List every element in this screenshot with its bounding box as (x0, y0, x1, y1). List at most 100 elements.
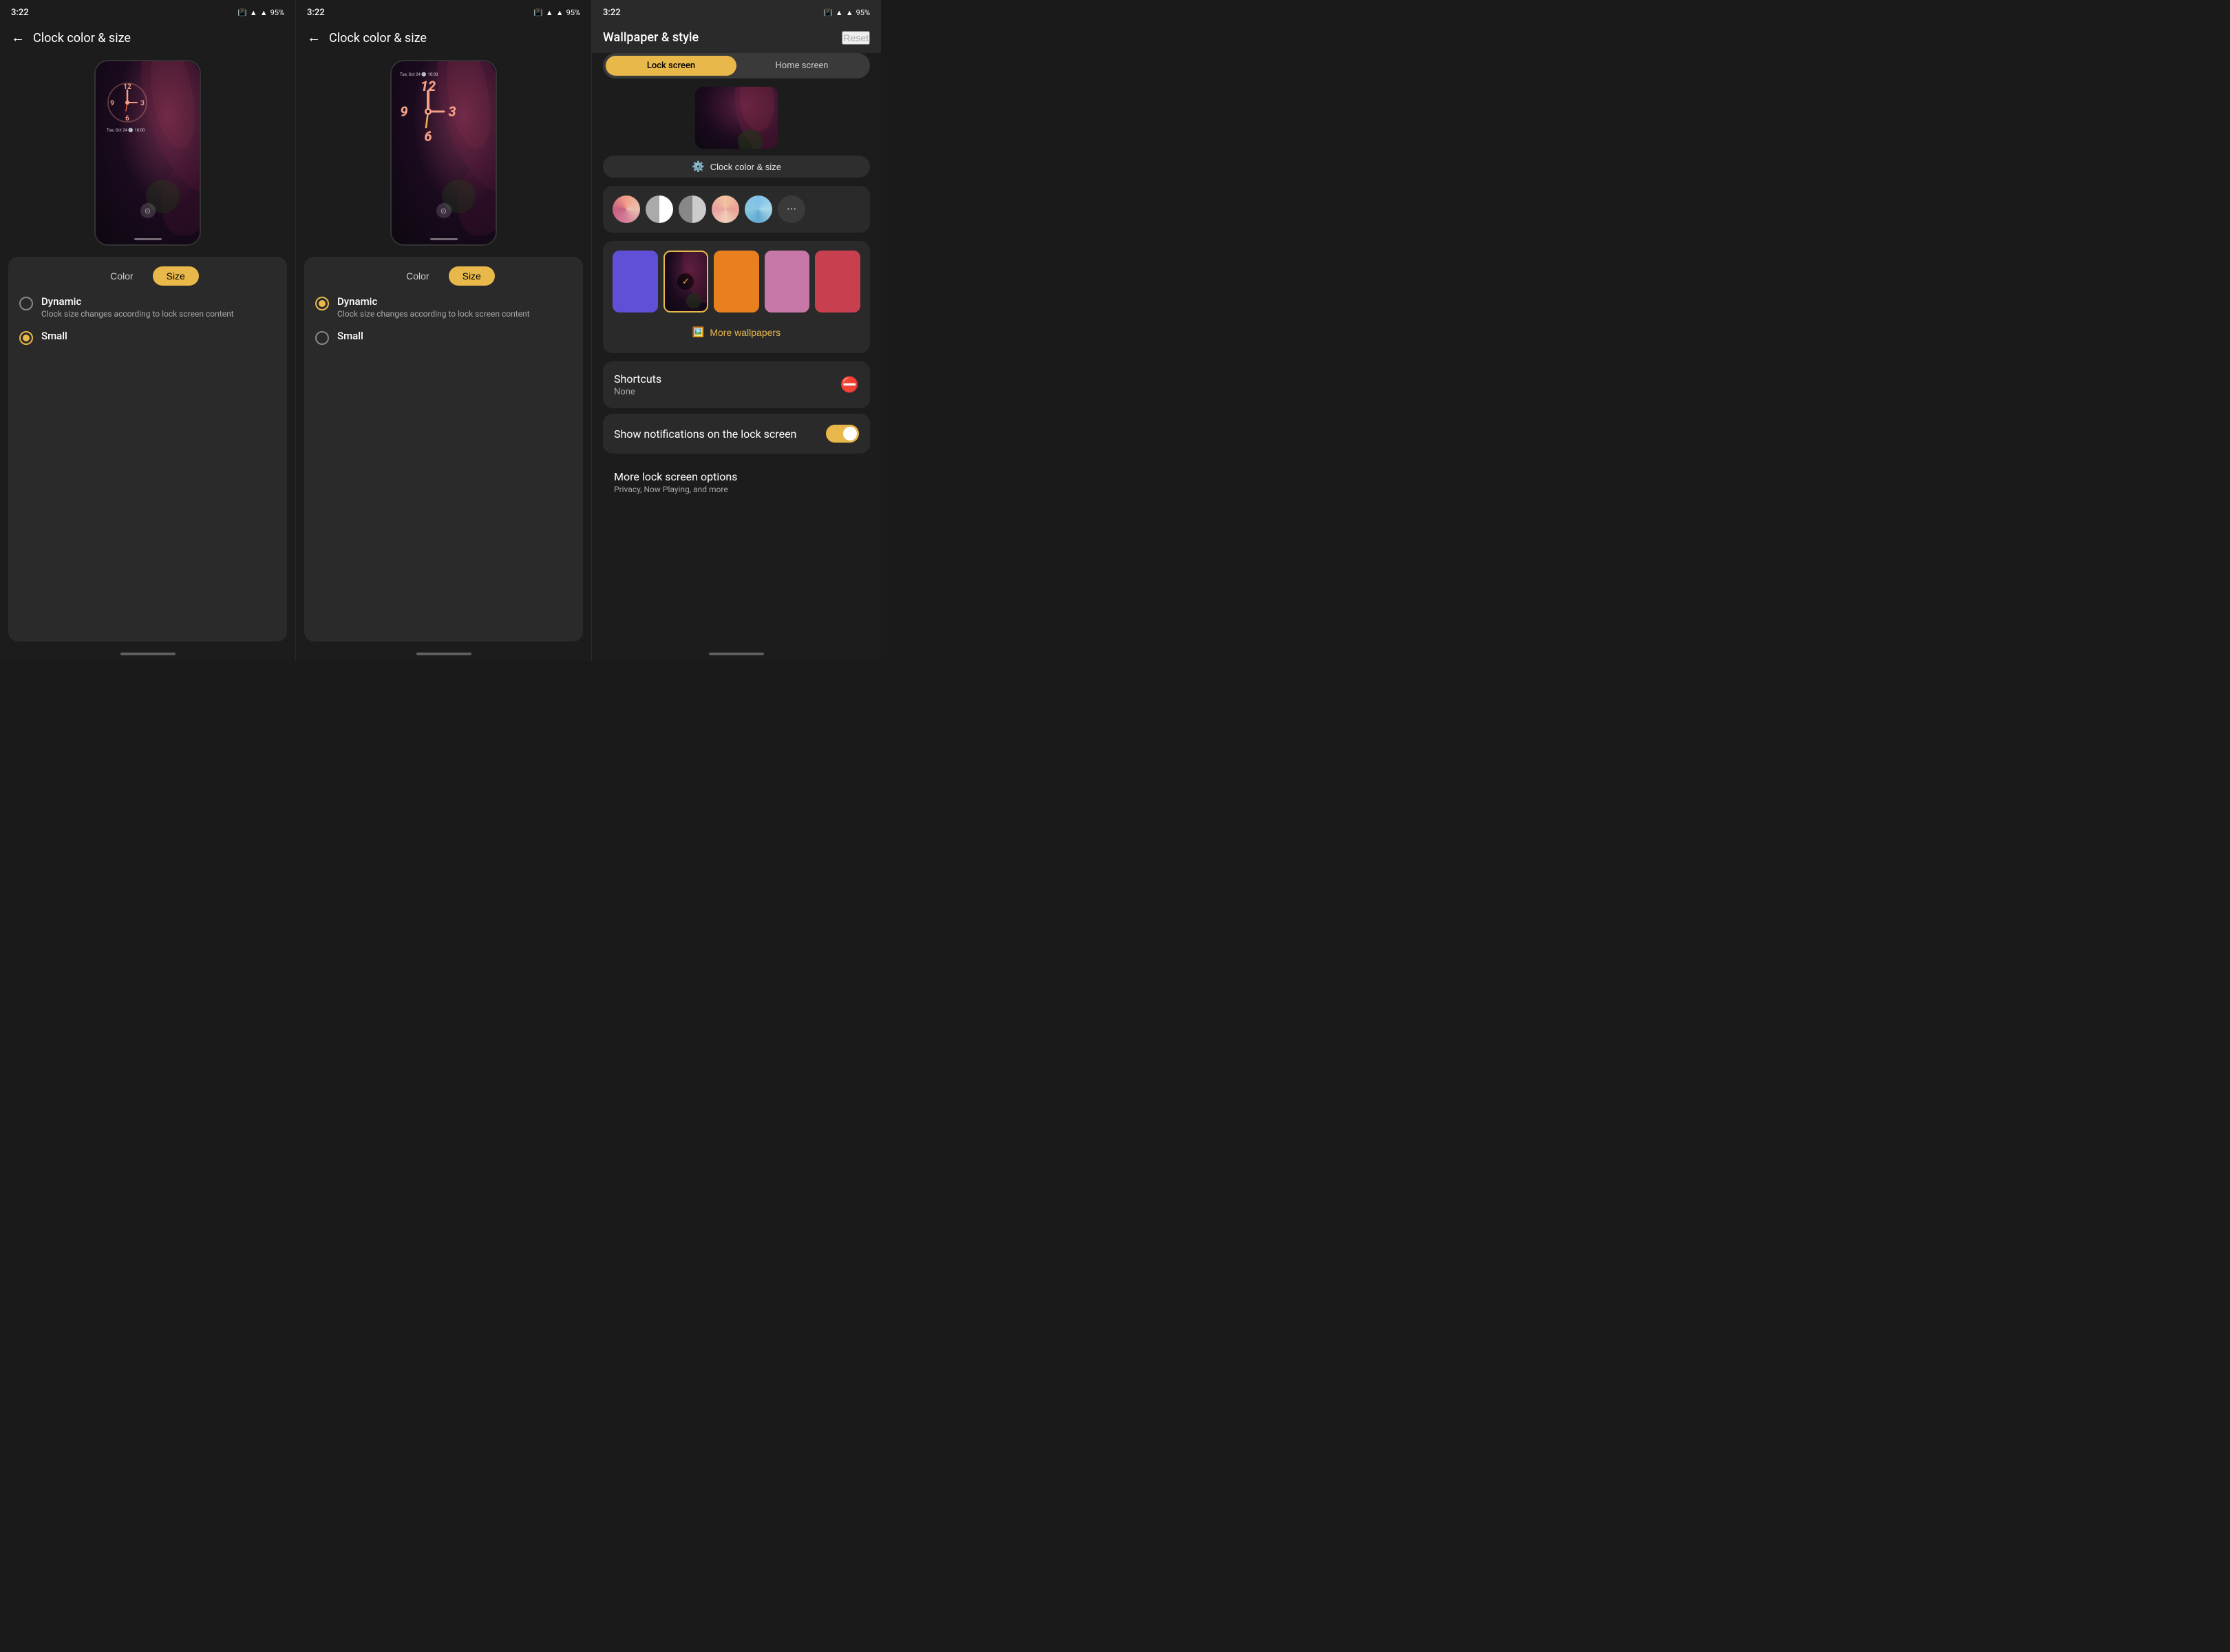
clock-small-left: 12 3 6 9 Tue, Oct 24 🕙 10:00 (107, 82, 148, 133)
back-button-middle[interactable]: ← (307, 30, 321, 46)
option-dynamic-middle[interactable]: Dynamic Clock size changes according to … (315, 295, 572, 319)
swatch-white[interactable] (646, 195, 673, 223)
tab-color-left[interactable]: Color (96, 266, 147, 286)
tab-size-middle[interactable]: Size (449, 266, 495, 286)
option-dynamic-text-middle: Dynamic Clock size changes according to … (337, 295, 530, 319)
wifi-icon: ▲ (250, 8, 257, 17)
wallpaper-option-mauve[interactable] (765, 251, 810, 313)
notifications-row: Show notifications on the lock screen (603, 414, 870, 454)
date-small-left: Tue, Oct 24 🕙 10:00 (107, 128, 148, 133)
option-small-left[interactable]: Small (19, 330, 276, 345)
wallpaper-option-photo[interactable]: ✓ (663, 251, 709, 313)
notifications-toggle[interactable] (826, 425, 859, 443)
option-dynamic-desc-left: Clock size changes according to lock scr… (41, 309, 234, 319)
wifi-icon-m: ▲ (546, 8, 553, 17)
home-bar-left (134, 238, 162, 240)
radio-small-middle[interactable] (315, 331, 329, 345)
panel-left: 3:22 📳 ▲ ▲ 95% ← Clock color & size (0, 0, 296, 661)
option-small-text-left: Small (41, 330, 67, 342)
more-wallpapers-label: More wallpapers (710, 327, 780, 338)
home-indicator-left (120, 653, 176, 655)
phone-wallpaper-left: 12 3 6 9 Tue, Oct 24 🕙 10:00 ⊙ (96, 61, 200, 244)
status-bar-middle: 3:22 📳 ▲ ▲ 95% (296, 0, 591, 25)
wp-title: Wallpaper & style (603, 30, 699, 45)
option-small-label-left: Small (41, 330, 67, 342)
vibrate-icon-wp: 📳 (823, 8, 833, 17)
home-bar-middle (430, 238, 458, 240)
battery-wp: 95% (856, 8, 870, 17)
wp-preview: ⚙️ Clock color & size (603, 87, 870, 178)
tab-row-middle: Color Size (315, 266, 572, 286)
shortcuts-label: Shortcuts (614, 372, 661, 385)
clock-color-btn-label: Clock color & size (710, 162, 781, 172)
page-title-middle: Clock color & size (329, 31, 427, 45)
tab-lock-screen[interactable]: Lock screen (606, 56, 736, 76)
wp-tabs: Lock screen Home screen (603, 53, 870, 78)
svg-text:3: 3 (140, 100, 145, 107)
home-indicator-middle (416, 653, 471, 655)
swatch-peach[interactable] (712, 195, 739, 223)
wallpaper-options-section: ✓ 🖼️ More wallpapers (603, 241, 870, 353)
wp-thumbnail (695, 87, 778, 149)
tab-home-screen[interactable]: Home screen (736, 56, 867, 76)
shortcuts-icon[interactable]: ⛔ (840, 377, 859, 394)
radio-dynamic-left[interactable] (19, 297, 33, 310)
svg-text:6: 6 (125, 115, 129, 123)
date-middle: Tue, Oct 24 🕙 10:00 (400, 72, 438, 77)
page-title-left: Clock color & size (33, 31, 131, 45)
signal-icon-wp: ▲ (846, 8, 853, 17)
wallpaper-option-red[interactable] (815, 251, 860, 313)
option-dynamic-label-middle: Dynamic (337, 295, 530, 308)
radio-inner-dynamic-middle (319, 300, 326, 307)
swatch-pink[interactable] (613, 195, 640, 223)
fingerprint-left: ⊙ (140, 203, 156, 218)
shortcuts-value: None (614, 387, 661, 397)
more-colors-button[interactable]: ··· (778, 195, 805, 223)
notifications-label: Show notifications on the lock screen (614, 427, 818, 441)
phone-preview-middle: Tue, Oct 24 🕙 10:00 12 3 6 9 (296, 52, 591, 251)
back-button-left[interactable]: ← (11, 30, 25, 46)
vibrate-icon: 📳 (237, 8, 247, 17)
vibrate-icon-m: 📳 (533, 8, 543, 17)
signal-icon-m: ▲ (556, 8, 564, 17)
option-dynamic-label-left: Dynamic (41, 295, 234, 308)
radio-inner-small-left (23, 335, 30, 341)
more-lock-screen-row[interactable]: More lock screen options Privacy, Now Pl… (603, 459, 870, 505)
more-lock-screen-label: More lock screen options (614, 470, 859, 483)
clock-color-size-button[interactable]: ⚙️ Clock color & size (603, 156, 870, 178)
tab-size-left[interactable]: Size (153, 266, 199, 286)
svg-text:9: 9 (400, 103, 407, 120)
option-dynamic-text-left: Dynamic Clock size changes according to … (41, 295, 234, 319)
radio-dynamic-middle[interactable] (315, 297, 329, 310)
wallpaper-option-purple[interactable] (613, 251, 658, 313)
option-dynamic-left[interactable]: Dynamic Clock size changes according to … (19, 295, 276, 319)
status-bar-left: 3:22 📳 ▲ ▲ 95% (0, 0, 295, 25)
time-middle: 3:22 (307, 8, 325, 18)
phone-preview-left: 12 3 6 9 Tue, Oct 24 🕙 10:00 ⊙ (0, 52, 295, 251)
home-indicator-wp (709, 653, 764, 655)
time-wp: 3:22 (603, 8, 621, 18)
tab-color-middle[interactable]: Color (392, 266, 443, 286)
fingerprint-middle: ⊙ (436, 203, 452, 218)
option-dynamic-desc-middle: Clock size changes according to lock scr… (337, 309, 530, 319)
radio-small-left[interactable] (19, 331, 33, 345)
top-bar-middle: ← Clock color & size (296, 25, 591, 52)
color-swatches-section: ··· (603, 186, 870, 233)
option-small-middle[interactable]: Small (315, 330, 572, 345)
wallpaper-selected-check: ✓ (677, 273, 694, 290)
more-wallpapers-button[interactable]: 🖼️ More wallpapers (613, 321, 860, 343)
phone-frame-left: 12 3 6 9 Tue, Oct 24 🕙 10:00 ⊙ (94, 60, 201, 246)
swatch-blue[interactable] (745, 195, 772, 223)
gear-icon: ⚙️ (692, 160, 705, 173)
options-area-left: Color Size Dynamic Clock size changes ac… (8, 257, 287, 642)
option-small-text-middle: Small (337, 330, 363, 342)
more-wallpapers-icon: 🖼️ (692, 326, 704, 338)
phone-frame-middle: Tue, Oct 24 🕙 10:00 12 3 6 9 (390, 60, 497, 246)
options-area-middle: Color Size Dynamic Clock size changes ac… (304, 257, 583, 642)
shortcuts-text: Shortcuts None (614, 372, 661, 397)
wallpaper-option-orange[interactable] (714, 251, 759, 313)
more-lock-screen-sub: Privacy, Now Playing, and more (614, 485, 859, 494)
swatch-gray[interactable] (679, 195, 706, 223)
svg-text:6: 6 (424, 128, 432, 142)
reset-button[interactable]: Reset (842, 31, 870, 45)
